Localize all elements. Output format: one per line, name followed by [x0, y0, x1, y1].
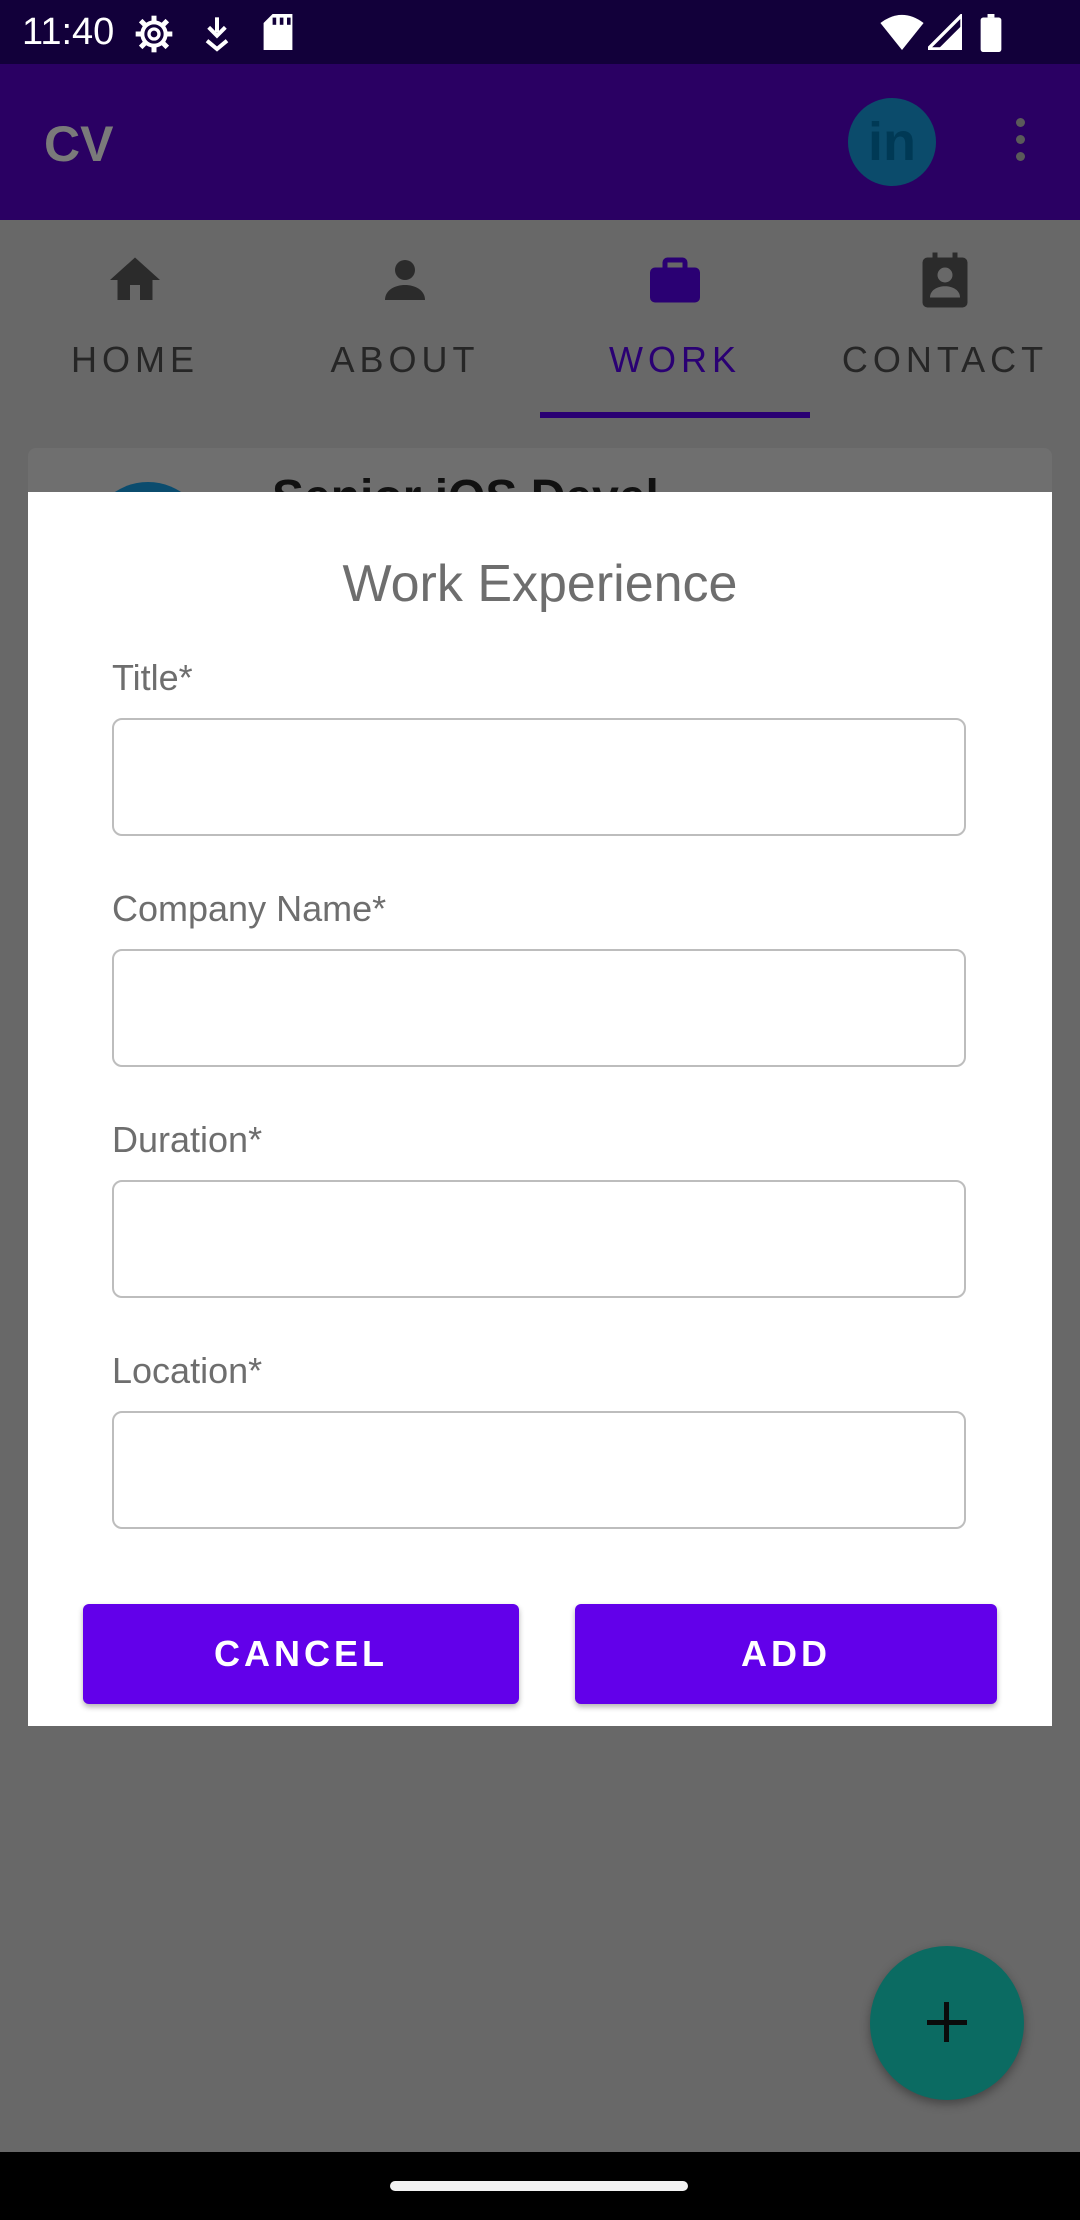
status-time: 11:40: [22, 11, 115, 53]
app-title: CV: [44, 116, 114, 172]
tab-label: CONTACT: [841, 339, 1049, 380]
company-name-label: Company Name*: [112, 888, 387, 929]
home-icon: [110, 257, 160, 300]
location-field[interactable]: [112, 1411, 966, 1529]
title-field[interactable]: [112, 718, 966, 836]
tab-contact[interactable]: CONTACT: [810, 220, 1080, 420]
cancel-button[interactable]: CANCEL: [83, 1604, 519, 1704]
duration-field[interactable]: [112, 1180, 966, 1298]
tab-label: HOME: [71, 339, 199, 380]
tab-label: ABOUT: [330, 339, 480, 380]
linkedin-icon: in: [868, 112, 916, 172]
contact-icon: [922, 252, 968, 308]
sd-card-icon: [263, 14, 293, 50]
tab-label: WORK: [609, 339, 741, 380]
tab-home[interactable]: HOME: [0, 220, 270, 420]
tab-work[interactable]: WORK: [540, 220, 810, 420]
plus-icon: [944, 2002, 949, 2042]
title-label: Title*: [112, 657, 193, 698]
location-label: Location*: [112, 1350, 263, 1391]
person-icon: [385, 260, 425, 300]
download-icon: [205, 17, 229, 52]
linkedin-button[interactable]: in: [848, 98, 936, 186]
selected-tab-indicator: [540, 412, 810, 418]
home-gesture-handle[interactable]: [390, 2181, 688, 2191]
signal-icon: [928, 14, 962, 50]
settings-icon: [135, 15, 173, 53]
wifi-icon: [880, 14, 924, 50]
battery-icon: [980, 14, 1002, 52]
tab-about[interactable]: ABOUT: [270, 220, 540, 420]
briefcase-icon: [650, 257, 700, 303]
overflow-menu-icon[interactable]: [1000, 118, 1040, 168]
duration-label: Duration*: [112, 1119, 263, 1160]
dialog-title: Work Experience: [342, 555, 738, 613]
company-name-field[interactable]: [112, 949, 966, 1067]
add-button[interactable]: ADD: [575, 1604, 997, 1704]
work-card-title: Senior iOS Devel: [272, 468, 659, 492]
